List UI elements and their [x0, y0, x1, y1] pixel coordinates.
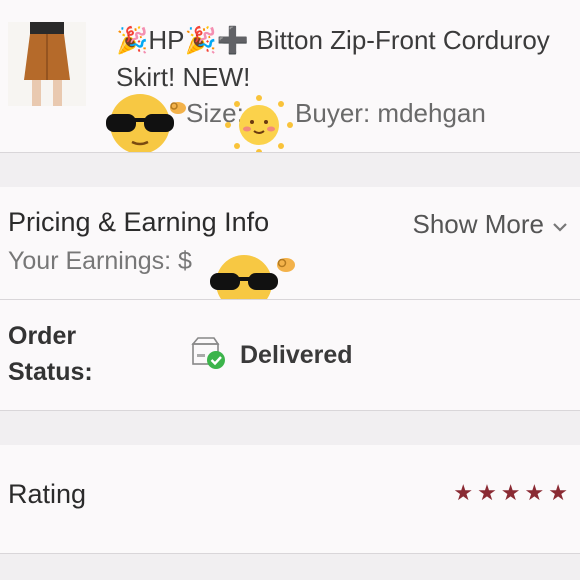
section-gap [0, 554, 580, 580]
section-gap [0, 411, 580, 445]
package-delivered-icon [190, 336, 226, 375]
star-icon: ★ [548, 481, 568, 506]
chevron-down-icon [552, 209, 568, 240]
order-status-text: Delivered [240, 341, 353, 369]
star-icon: ★ [500, 481, 521, 506]
pricing-section: Pricing & Earning Info Show More Your Ea… [0, 187, 580, 311]
pricing-title: Pricing & Earning Info [8, 207, 270, 237]
item-thumbnail[interactable] [8, 22, 86, 106]
rating-label: Rating [8, 479, 87, 509]
star-icon: ★ [477, 481, 497, 506]
rating-section: Rating ★ ★ ★ ★ ★ [0, 445, 580, 553]
sunglasses-emoji-icon [104, 90, 190, 161]
order-status-section: Order Status: Delivered [0, 300, 580, 410]
star-icon: ★ [453, 481, 474, 506]
show-more-button[interactable]: Show More [413, 209, 569, 240]
rating-stars: ★ ★ ★ ★ ★ [453, 481, 568, 506]
show-more-label: Show More [412, 209, 545, 239]
order-status: Delivered [190, 336, 353, 375]
item-title[interactable]: 🎉HP🎉➕ Bitton Zip-Front Corduroy Skirt! N… [116, 22, 556, 96]
section-gap [0, 153, 580, 187]
item-summary[interactable]: 🎉HP🎉➕ Bitton Zip-Front Corduroy Skirt! N… [0, 0, 580, 155]
star-icon: ★ [524, 481, 545, 506]
order-status-label: Order Status: [8, 322, 93, 386]
earnings-label: Your Earnings: $ [8, 247, 192, 275]
buyer-name[interactable]: Buyer: mdehgan [295, 98, 486, 128]
